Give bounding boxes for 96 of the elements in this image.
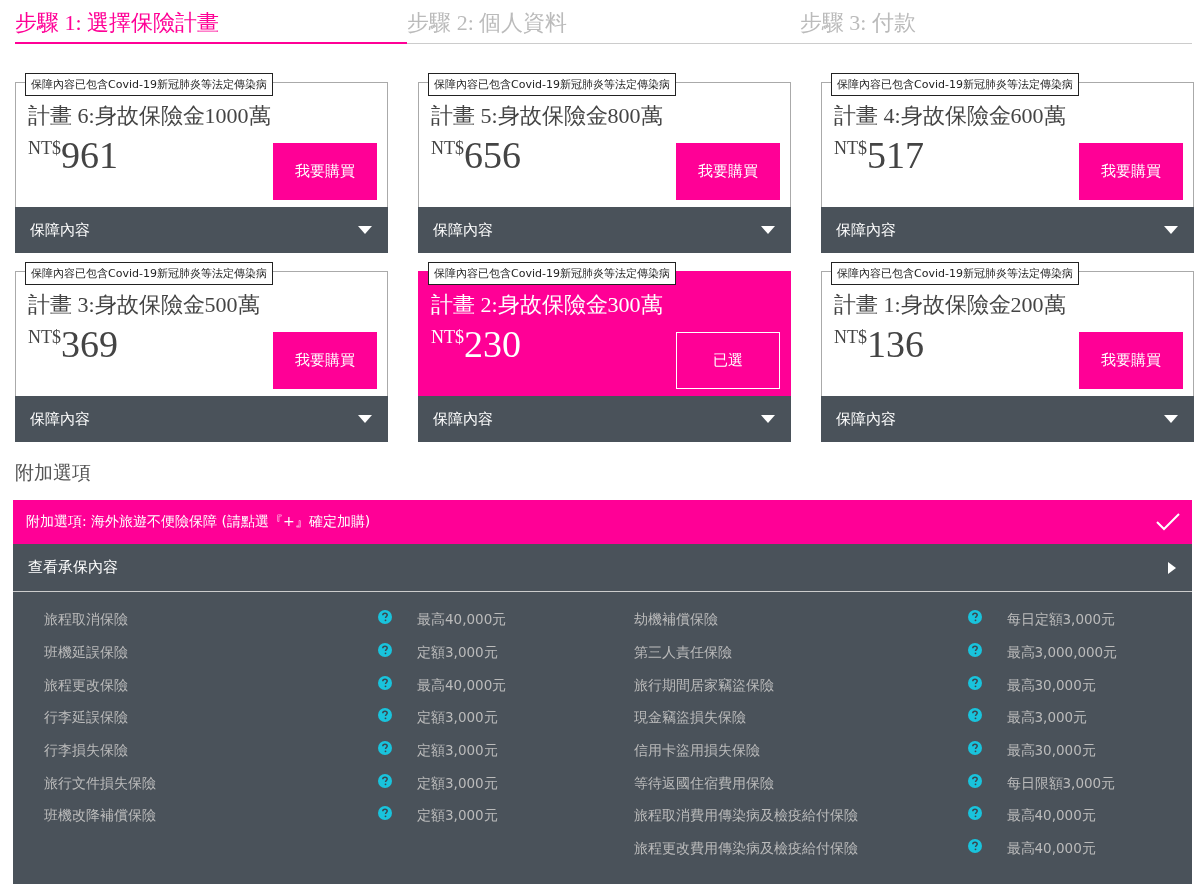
covid-badge: 保障內容已包含Covid-19新冠肺炎等法定傳染病	[25, 262, 273, 285]
buy-button[interactable]: 我要購買	[273, 332, 377, 389]
coverage-amount: 定額3,000元	[417, 742, 498, 761]
coverage-name: 旅程更改費用傳染病及檢疫給付保險	[633, 840, 859, 859]
help-icon[interactable]	[378, 773, 392, 788]
step-tab[interactable]: 步驟 1: 選擇保險計畫	[15, 0, 408, 44]
step-tab[interactable]: 步驟 3: 付款	[799, 0, 1192, 44]
step-tab[interactable]: 步驟 2: 個人資料	[407, 0, 800, 44]
details-label: 保障內容	[30, 220, 90, 240]
plan-title: 計畫 1:身故保險金200萬	[834, 291, 1067, 319]
plan-price: $^{NT$}$369	[28, 324, 118, 366]
help-icon[interactable]	[378, 741, 392, 756]
help-icon[interactable]	[967, 708, 982, 723]
coverage-amount: 每日限額3,000元	[1006, 774, 1116, 793]
coverage-name: 旅行期間居家竊盜保險	[633, 676, 775, 695]
coverage-amount: 最高40,000元	[1006, 807, 1096, 826]
coverage-amount: 最高40,000元	[417, 611, 507, 630]
coverage-amount: 最高40,000元	[1006, 840, 1096, 859]
plan-price: $^{NT$}$656	[431, 135, 521, 177]
buy-button[interactable]: 我要購買	[1079, 143, 1183, 200]
coverage-amount: 最高30,000元	[1006, 742, 1096, 761]
caret-down-icon	[358, 226, 372, 234]
coverage-name: 旅程更改保險	[44, 676, 129, 695]
coverage-amount: 最高40,000元	[417, 676, 507, 695]
details-label: 保障內容	[433, 409, 493, 429]
buy-button[interactable]: 我要購買	[273, 143, 377, 200]
covid-badge: 保障內容已包含Covid-19新冠肺炎等法定傳染病	[831, 73, 1079, 96]
coverage-name: 行李損失保險	[44, 742, 129, 761]
covid-badge: 保障內容已包含Covid-19新冠肺炎等法定傳染病	[25, 73, 273, 96]
coverage-amount: 定額3,000元	[417, 807, 498, 826]
buy-button[interactable]: 我要購買	[676, 143, 780, 200]
plan-price: $^{NT$}$230	[431, 324, 521, 366]
coverage-name: 等待返國住宿費用保險	[633, 774, 775, 793]
help-icon[interactable]	[967, 839, 982, 854]
coverage-name: 劫機補償保險	[633, 611, 719, 630]
coverage-amount: 最高30,000元	[1006, 676, 1096, 695]
help-icon[interactable]	[378, 610, 392, 625]
plan-title: 計畫 5:身故保險金800萬	[431, 102, 664, 130]
covid-badge: 保障內容已包含Covid-19新冠肺炎等法定傳染病	[428, 73, 676, 96]
caret-down-icon	[761, 226, 775, 234]
details-toggle[interactable]: 保障內容	[418, 396, 791, 442]
coverage-name: 班機延誤保險	[44, 644, 129, 663]
coverage-amount: 定額3,000元	[417, 644, 498, 663]
coverage-name: 班機改降補償保險	[44, 807, 157, 826]
coverage-amount: 每日定額3,000元	[1006, 611, 1116, 630]
details-toggle[interactable]: 保障內容	[15, 207, 388, 253]
caret-down-icon	[761, 415, 775, 423]
coverage-toggle[interactable]: 查看承保內容	[13, 544, 1192, 592]
coverage-amount: 定額3,000元	[417, 709, 498, 728]
help-icon[interactable]	[378, 708, 392, 723]
coverage-name: 旅行文件損失保險	[44, 774, 157, 793]
coverage-amount: 定額3,000元	[417, 774, 498, 793]
details-label: 保障內容	[836, 409, 896, 429]
help-icon[interactable]	[967, 741, 982, 756]
details-toggle[interactable]: 保障內容	[821, 396, 1194, 442]
covid-badge: 保障內容已包含Covid-19新冠肺炎等法定傳染病	[831, 262, 1079, 285]
caret-down-icon	[1164, 226, 1178, 234]
addon-option[interactable]: 附加選項: 海外旅遊不便險保障 (請點選『+』確定加購)	[13, 500, 1192, 544]
help-icon[interactable]	[967, 806, 982, 821]
plan-title: 計畫 3:身故保險金500萬	[28, 291, 261, 319]
plan-price: $^{NT$}$961	[28, 135, 118, 177]
buy-button[interactable]: 我要購買	[1079, 332, 1183, 389]
buy-button[interactable]: 已選	[676, 332, 780, 389]
details-label: 保障內容	[30, 409, 90, 429]
details-toggle[interactable]: 保障內容	[418, 207, 791, 253]
caret-down-icon	[358, 415, 372, 423]
coverage-name: 信用卡盜用損失保險	[633, 742, 761, 761]
help-icon[interactable]	[378, 675, 392, 690]
help-icon[interactable]	[967, 643, 982, 658]
covid-badge: 保障內容已包含Covid-19新冠肺炎等法定傳染病	[428, 262, 676, 285]
plan-title: 計畫 2:身故保險金300萬	[431, 291, 664, 319]
plan-price: $^{NT$}$517	[834, 135, 924, 177]
help-icon[interactable]	[378, 643, 392, 658]
coverage-amount: 最高3,000,000元	[1006, 644, 1118, 663]
coverage-name: 旅程取消費用傳染病及檢疫給付保險	[633, 807, 859, 826]
help-icon[interactable]	[967, 773, 982, 788]
help-icon[interactable]	[378, 806, 392, 821]
plan-title: 計畫 6:身故保險金1000萬	[28, 102, 272, 130]
help-icon[interactable]	[967, 675, 982, 690]
addon-title: 附加選項: 海外旅遊不便險保障 (請點選『+』確定加購)	[26, 513, 371, 531]
help-icon[interactable]	[967, 610, 982, 625]
coverage-amount: 最高3,000元	[1006, 709, 1088, 728]
details-toggle[interactable]: 保障內容	[821, 207, 1194, 253]
coverage-name: 行李延誤保險	[44, 709, 129, 728]
plan-price: $^{NT$}$136	[834, 324, 924, 366]
plan-title: 計畫 4:身故保險金600萬	[834, 102, 1067, 130]
coverage-name: 第三人責任保險	[633, 644, 733, 663]
details-label: 保障內容	[433, 220, 493, 240]
caret-right-icon	[1168, 561, 1176, 574]
details-label: 保障內容	[836, 220, 896, 240]
coverage-name: 現金竊盜損失保險	[633, 709, 747, 728]
caret-down-icon	[1164, 415, 1178, 423]
coverage-name: 旅程取消保險	[44, 611, 129, 630]
details-toggle[interactable]: 保障內容	[15, 396, 388, 442]
section-heading: 附加選項	[15, 460, 92, 485]
coverage-toggle-label: 查看承保內容	[28, 558, 118, 577]
